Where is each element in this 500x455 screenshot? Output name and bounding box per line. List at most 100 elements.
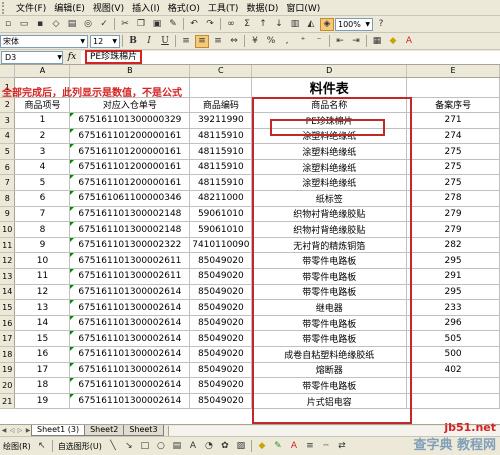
cell-item-no[interactable]: 3 xyxy=(14,143,71,160)
merge-center-icon[interactable]: ⇔ xyxy=(227,35,241,48)
cell-item-no[interactable]: 9 xyxy=(14,237,71,254)
cell-warehouse-no[interactable]: 675161101200000161 xyxy=(69,174,191,192)
cell-item-no[interactable]: 1 xyxy=(14,112,71,129)
font-size-select[interactable]: 12 ▼ xyxy=(90,34,120,48)
redo-icon[interactable]: ↷ xyxy=(203,18,217,31)
prev-sheet-icon[interactable]: ◁ xyxy=(8,426,16,436)
increase-decimal-icon[interactable]: ⁺ xyxy=(296,35,310,48)
cell-item-no[interactable]: 7 xyxy=(14,206,71,223)
cell-record-no[interactable]: 291 xyxy=(406,268,500,285)
font-color-icon[interactable]: A xyxy=(402,35,416,48)
spellcheck-icon[interactable]: ✓ xyxy=(97,18,111,31)
cell-warehouse-no[interactable]: 675161101300002614 xyxy=(69,299,191,316)
menu-edit[interactable]: 编辑(E) xyxy=(50,1,89,14)
row-header[interactable]: 13 xyxy=(0,268,16,285)
cell-hs-code[interactable]: 48115910 xyxy=(189,174,253,192)
row-header[interactable]: 8 xyxy=(0,190,16,207)
cell-hs-code[interactable]: 85049020 xyxy=(189,330,253,347)
cell-item-no[interactable]: 18 xyxy=(14,377,71,394)
cell-warehouse-no[interactable]: 675161101300000329 xyxy=(69,112,191,129)
cell-item-no[interactable]: 15 xyxy=(14,330,71,347)
row-header[interactable]: 7 xyxy=(0,174,16,192)
cell-item-no[interactable]: 12 xyxy=(14,284,71,301)
percent-icon[interactable]: % xyxy=(264,35,278,48)
cell-item-no[interactable]: 16 xyxy=(14,346,71,363)
highlighted-tool-icon[interactable]: ◈ xyxy=(320,17,334,31)
cell-hs-code[interactable]: 48115910 xyxy=(189,159,253,176)
dash-style-icon[interactable]: ┄ xyxy=(319,440,333,453)
row-header[interactable]: 20 xyxy=(0,377,16,394)
line-color-icon[interactable]: ✎ xyxy=(271,440,285,453)
cell-warehouse-no[interactable]: 675161101300002614 xyxy=(69,393,191,410)
cell-record-no[interactable]: 279 xyxy=(406,206,500,223)
undo-icon[interactable]: ↶ xyxy=(187,18,201,31)
oval-icon[interactable]: ○ xyxy=(154,440,168,453)
cell-record-no[interactable]: 274 xyxy=(406,128,500,145)
cell-hs-code[interactable]: 48115910 xyxy=(189,128,253,145)
cell-warehouse-no[interactable]: 675161101300002614 xyxy=(69,346,191,363)
header-cell[interactable]: 商品项号 xyxy=(14,97,71,114)
cell-warehouse-no[interactable]: 675161101300002322 xyxy=(69,237,191,254)
rectangle-icon[interactable]: □ xyxy=(138,440,152,453)
comma-style-icon[interactable]: , xyxy=(280,35,294,48)
line-style-icon[interactable]: ≡ xyxy=(303,440,317,453)
cell-item-no[interactable]: 10 xyxy=(14,252,71,270)
cell-record-no[interactable] xyxy=(406,393,500,410)
cell-record-no[interactable]: 275 xyxy=(406,143,500,160)
row-header[interactable]: 11 xyxy=(0,237,16,254)
cell-item-no[interactable]: 17 xyxy=(14,362,71,379)
cell-hs-code[interactable]: 85049020 xyxy=(189,284,253,301)
cell-hs-code[interactable]: 59061010 xyxy=(189,206,253,223)
cell-warehouse-no[interactable]: 675161101300002614 xyxy=(69,377,191,394)
row-header[interactable]: 15 xyxy=(0,299,16,316)
cell-warehouse-no[interactable]: 675161061100000346 xyxy=(69,190,191,207)
row-header[interactable]: 18 xyxy=(0,346,16,363)
first-sheet-icon[interactable]: ◀ xyxy=(0,426,8,436)
menu-view[interactable]: 视图(V) xyxy=(89,1,128,14)
cell-record-no[interactable]: 500 xyxy=(406,346,500,363)
print-icon[interactable]: ▤ xyxy=(65,18,79,31)
format-painter-icon[interactable]: ✎ xyxy=(166,18,180,31)
decrease-indent-icon[interactable]: ⇤ xyxy=(333,35,347,48)
row-header[interactable]: 10 xyxy=(0,221,16,238)
chart-wizard-icon[interactable]: ▥ xyxy=(288,18,302,31)
autosum-icon[interactable]: Σ xyxy=(240,18,254,31)
cell[interactable] xyxy=(406,77,500,98)
cell-item-no[interactable]: 5 xyxy=(14,174,71,192)
row-header[interactable]: 14 xyxy=(0,284,16,301)
header-cell[interactable]: 备案序号 xyxy=(406,97,500,114)
menu-window[interactable]: 窗口(W) xyxy=(282,1,324,14)
diagram-icon[interactable]: ◔ xyxy=(202,440,216,453)
bold-icon[interactable]: B xyxy=(126,35,140,48)
column-header-a[interactable]: A xyxy=(14,65,71,78)
cell-hs-code[interactable]: 59061010 xyxy=(189,221,253,238)
column-header-b[interactable]: B xyxy=(69,65,191,78)
cell-warehouse-no[interactable]: 675161101300002611 xyxy=(69,268,191,285)
cell-record-no[interactable]: 278 xyxy=(406,190,500,207)
row-header[interactable]: 3 xyxy=(0,112,16,129)
cut-icon[interactable]: ✂ xyxy=(118,18,132,31)
cell-item-no[interactable]: 13 xyxy=(14,299,71,316)
increase-indent-icon[interactable]: ⇥ xyxy=(349,35,363,48)
open-folder-icon[interactable]: ▭ xyxy=(17,18,31,31)
permission-icon[interactable]: ◇ xyxy=(49,18,63,31)
row-header[interactable]: 12 xyxy=(0,252,16,270)
italic-icon[interactable]: I xyxy=(142,35,156,48)
cell-hs-code[interactable]: 85049020 xyxy=(189,315,253,332)
next-sheet-icon[interactable]: ▷ xyxy=(16,426,24,436)
cell-record-no[interactable] xyxy=(406,377,500,394)
cell-item-no[interactable]: 4 xyxy=(14,159,71,176)
clipart-icon[interactable]: ✿ xyxy=(218,440,232,453)
print-preview-icon[interactable]: ◎ xyxy=(81,18,95,31)
cell-record-no[interactable]: 295 xyxy=(406,284,500,301)
save-icon[interactable]: ▪ xyxy=(33,18,47,31)
arrow-style-icon[interactable]: ⇄ xyxy=(335,440,349,453)
cell-warehouse-no[interactable]: 675161101300002614 xyxy=(69,362,191,379)
font-select[interactable]: 宋体 ▼ xyxy=(0,34,88,48)
cell-record-no[interactable]: 402 xyxy=(406,362,500,379)
font-color-icon[interactable]: A xyxy=(287,440,301,453)
cell-hs-code[interactable]: 39211990 xyxy=(189,112,253,129)
row-header[interactable]: 9 xyxy=(0,206,16,223)
cell-record-no[interactable]: 233 xyxy=(406,299,500,316)
cell-hs-code[interactable]: 7410110090 xyxy=(189,237,253,254)
